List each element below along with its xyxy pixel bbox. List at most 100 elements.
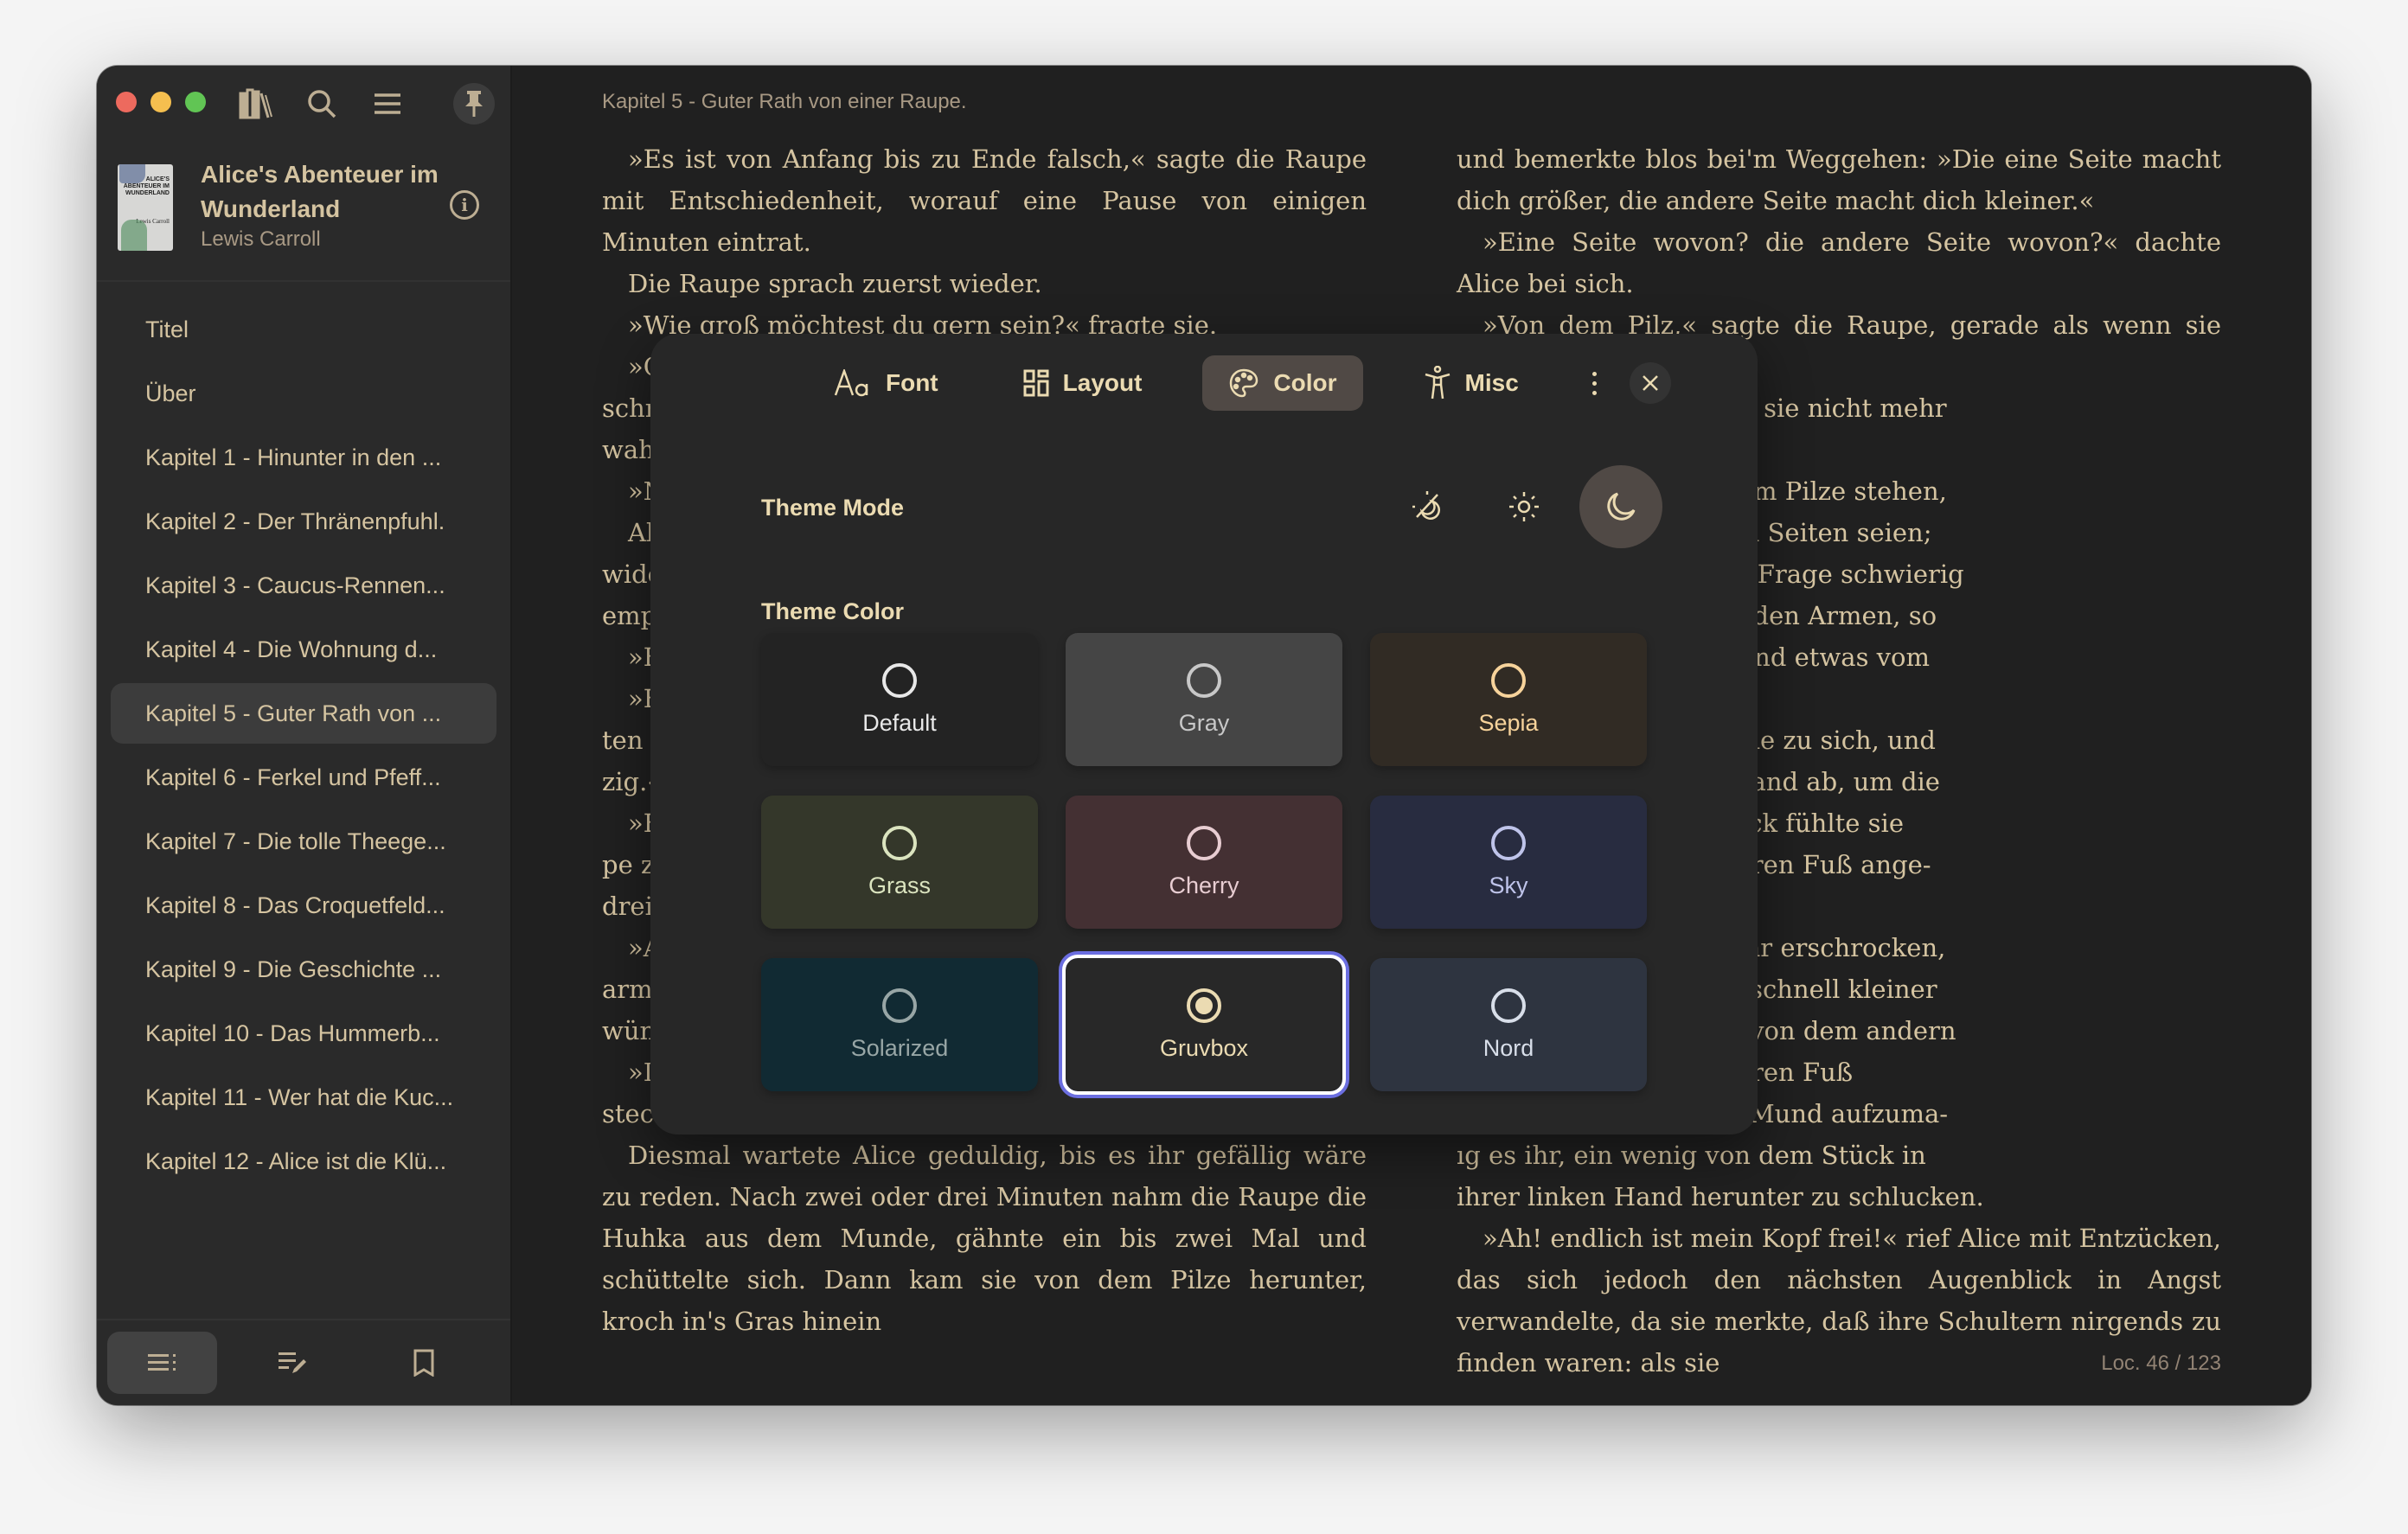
sidebar-toolbar xyxy=(235,83,495,125)
radio-unchecked-icon xyxy=(882,825,917,860)
theme-mode-selector xyxy=(1386,465,1662,548)
tab-bookmarks[interactable] xyxy=(369,1332,479,1394)
more-icon-dot xyxy=(1592,380,1598,386)
radio-dot xyxy=(1195,996,1213,1014)
more-options-button[interactable] xyxy=(1585,362,1605,404)
theme-color-gruvbox[interactable]: Gruvbox xyxy=(1062,955,1346,1095)
info-icon: i xyxy=(461,195,468,215)
layout-icon xyxy=(1023,369,1049,397)
library-button[interactable] xyxy=(235,83,277,125)
radio-unchecked-icon xyxy=(1187,662,1221,698)
theme-color-label: Gray xyxy=(1178,709,1230,736)
tab-layout-label: Layout xyxy=(1062,369,1143,396)
theme-color-solarized[interactable]: Solarized xyxy=(761,958,1038,1091)
book-title: Alice's Abenteuer im Wunderland xyxy=(201,161,439,222)
toc-item[interactable]: Kapitel 3 - Caucus-Rennen... xyxy=(111,555,496,616)
annotations-icon xyxy=(278,1352,306,1373)
window-close-button[interactable] xyxy=(116,92,137,112)
toc-item[interactable]: Kapitel 11 - Wer hat die Kuc... xyxy=(111,1067,496,1128)
menu-button[interactable] xyxy=(367,83,408,125)
app-window: ALICE'S ABENTEUER IM WUNDERLAND Lewis Ca… xyxy=(97,66,2311,1405)
paragraph: ihrer linken Hand herunter zu schlucken. xyxy=(1457,1182,1984,1211)
theme-color-label: Grass xyxy=(868,872,931,898)
close-icon xyxy=(1642,375,1658,391)
theme-color-label: Cherry xyxy=(1169,872,1239,898)
theme-mode-light[interactable] xyxy=(1483,465,1566,548)
theme-color-label: Solarized xyxy=(850,1034,949,1061)
settings-tabs: Font Layout Color Misc xyxy=(650,355,1758,412)
theme-mode-auto[interactable] xyxy=(1386,465,1469,548)
toc-item[interactable]: Kapitel 7 - Die tolle Theege... xyxy=(111,811,496,872)
accessibility-icon xyxy=(1425,366,1450,399)
theme-mode-dark[interactable] xyxy=(1579,465,1662,548)
paragraph: »Es ist von Anfang bis zu Ende falsch,« … xyxy=(602,144,1367,257)
theme-color-nord[interactable]: Nord xyxy=(1370,958,1647,1091)
toc-icon xyxy=(147,1354,176,1371)
tab-layout[interactable]: Layout xyxy=(997,355,1169,411)
window-maximize-button[interactable] xyxy=(185,92,206,112)
theme-color-grid: Default Gray Sepia Grass Cherry Sky Solarized G… xyxy=(761,633,1647,1095)
window-minimize-button[interactable] xyxy=(150,92,171,112)
tab-table-of-contents[interactable] xyxy=(107,1332,218,1394)
toc-item[interactable]: Kapitel 12 - Alice ist die Klü... xyxy=(111,1131,496,1192)
theme-color-label: Sepia xyxy=(1478,709,1539,736)
book-meta: Alice's Abenteuer im Wunderland Lewis Ca… xyxy=(201,157,450,252)
more-icon-dot xyxy=(1592,390,1598,395)
book-info-button[interactable]: i xyxy=(450,190,479,220)
close-dialog-button[interactable] xyxy=(1629,362,1671,404)
search-button[interactable] xyxy=(301,83,343,125)
toc-item[interactable]: Kapitel 8 - Das Croquetfeld... xyxy=(111,875,496,936)
theme-color-label: Sky xyxy=(1489,872,1528,898)
tab-font-label: Font xyxy=(886,369,938,396)
radio-unchecked-icon xyxy=(1491,988,1526,1023)
theme-color-gray[interactable]: Gray xyxy=(1066,633,1342,766)
theme-color-label: Default xyxy=(862,709,937,736)
tab-color[interactable]: Color xyxy=(1202,355,1363,411)
toc-item[interactable]: Kapitel 1 - Hinunter in den ... xyxy=(111,427,496,488)
auto-theme-icon xyxy=(1412,491,1440,520)
toc-item[interactable]: Über xyxy=(111,363,496,424)
cover-illustration-bottom xyxy=(121,220,147,251)
theme-color-grass[interactable]: Grass xyxy=(761,796,1038,929)
toc-item[interactable]: Kapitel 10 - Das Hummerb... xyxy=(111,1003,496,1064)
palette-icon xyxy=(1230,368,1258,398)
toc-item[interactable]: Kapitel 9 - Die Geschichte ... xyxy=(111,939,496,1000)
tab-annotations[interactable] xyxy=(238,1332,348,1394)
radio-unchecked-icon xyxy=(1187,825,1221,860)
theme-color-cherry[interactable]: Cherry xyxy=(1066,796,1342,929)
theme-color-default[interactable]: Default xyxy=(761,633,1038,766)
theme-color-label: Nord xyxy=(1483,1034,1534,1061)
theme-color-label: Gruvbox xyxy=(1159,1034,1249,1061)
tab-misc[interactable]: Misc xyxy=(1398,355,1545,411)
paragraph: Diesmal wartete Alice geduldig, bis es i… xyxy=(602,1141,1367,1336)
toc-item[interactable]: Kapitel 6 - Ferkel und Pfeff... xyxy=(111,747,496,808)
moon-icon xyxy=(1607,492,1636,521)
toc-item[interactable]: Kapitel 2 - Der Thränenpfuhl. xyxy=(111,491,496,552)
radio-unchecked-icon xyxy=(1491,825,1526,860)
menu-icon xyxy=(375,93,400,114)
theme-color-sepia[interactable]: Sepia xyxy=(1370,633,1647,766)
more-icon-dot xyxy=(1592,371,1598,376)
paragraph: ıg es ihr, ein wenig von dem Stück in xyxy=(1457,1141,1926,1170)
location-indicator: Loc. 46 / 123 xyxy=(2101,1352,2221,1375)
tab-font[interactable]: Font xyxy=(808,355,964,411)
toc-item[interactable]: Kapitel 4 - Die Wohnung d... xyxy=(111,619,496,680)
sun-icon xyxy=(1509,492,1539,521)
settings-dialog: Font Layout Color Misc Theme Mode Theme … xyxy=(650,334,1758,1135)
tab-color-label: Color xyxy=(1273,369,1337,396)
paragraph: und bemerkte blos bei'm Weggehen: »Die e… xyxy=(1457,144,2221,215)
book-info: ALICE'S ABENTEUER IM WUNDERLAND Lewis Ca… xyxy=(118,157,490,261)
table-of-contents: Titel Über Kapitel 1 - Hinunter in den ...… xyxy=(111,299,496,1195)
pin-sidebar-button[interactable] xyxy=(453,83,495,125)
toc-item[interactable]: Titel xyxy=(111,299,496,360)
chapter-title: Kapitel 5 - Guter Rath von einer Raupe. xyxy=(602,90,967,113)
theme-color-label: Theme Color xyxy=(761,598,905,624)
cover-title: ALICE'S ABENTEUER IM WUNDERLAND xyxy=(123,176,170,196)
library-icon xyxy=(239,88,272,119)
toc-item[interactable]: Kapitel 5 - Guter Rath von ... xyxy=(111,683,496,744)
theme-color-sky[interactable]: Sky xyxy=(1370,796,1647,929)
bookmark-icon xyxy=(413,1349,434,1377)
pin-icon xyxy=(465,91,483,117)
tab-misc-label: Misc xyxy=(1464,369,1519,396)
book-cover[interactable]: ALICE'S ABENTEUER IM WUNDERLAND Lewis Ca… xyxy=(118,164,173,251)
